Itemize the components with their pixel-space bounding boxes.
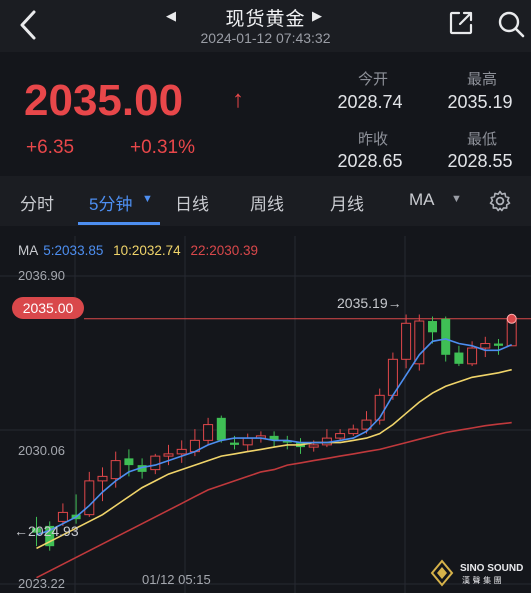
current-price-badge: 2035.00 [12,297,84,319]
search-icon[interactable] [497,10,525,38]
candle-body-up [176,448,187,455]
ma-legend: MA 5:2033.85 10:2032.74 22:2030.39 [18,243,258,258]
open-value: 2028.74 [337,92,403,112]
open-label: 今开 [357,71,388,88]
ma5-value: 5:2033.85 [43,243,104,258]
candle-body-up [203,424,214,441]
ma10-value: 10:2032.74 [113,243,181,258]
candle-body-up [414,320,425,365]
candle-body-down [230,442,239,445]
top-bar: ◀ 现货黄金 ▶ 2024-01-12 07:43:32 [0,0,531,52]
candle-body-down [454,352,464,364]
candle-body-up [97,475,108,482]
tab-timeshare[interactable]: 分时 [20,190,54,215]
low-label: 最低 [466,131,497,148]
ma22-value: 22:2030.39 [190,243,259,258]
candle-body-up [163,453,174,457]
candle-body-up [110,460,121,480]
y-axis-top-label: 2036.90 [18,268,65,283]
candle-body-down [216,417,226,441]
logo-text-cn: 漢 聲 集 團 [462,575,502,585]
instrument-title: 现货黄金 [225,9,306,30]
candle-body-up [150,455,161,471]
ma-legend-label: MA [18,243,38,258]
gear-icon[interactable] [489,190,511,212]
high-value: 2035.19 [447,92,513,112]
y-axis-mid-label: 2030.06 [18,443,65,458]
last-price: 2035.00 [24,76,184,125]
tab-5min[interactable]: 5分钟 [89,190,132,215]
ma10-line [36,368,512,550]
candle-body-up [401,322,412,360]
low-value: 2028.55 [447,151,513,171]
tab-weekly[interactable]: 周线 [250,190,284,215]
tab-ma[interactable]: MA [409,190,435,210]
candle-body-down [494,343,503,346]
candle-body-up [57,511,68,522]
prev-close-value: 2028.65 [337,151,403,171]
next-instrument-icon[interactable]: ▶ [312,8,322,24]
candle-body-up [348,428,359,435]
candle-body-up [242,437,253,446]
candle-body-up [467,347,478,365]
x-axis-time-label: 01/12 05:15 [142,572,211,587]
logo-text-en: SINO SOUND [460,563,523,574]
tab-monthly[interactable]: 月线 [330,190,364,215]
sino-sound-logo: SINO SOUND 漢 聲 集 團 [430,559,523,587]
candle-body-up [480,343,491,349]
tab-5min-dropdown-icon[interactable]: ▼ [142,193,153,205]
active-tab-underline [78,222,160,225]
up-arrow-icon: ↑ [232,86,244,113]
prev-close-label: 昨收 [357,131,388,148]
current-price-marker [506,313,517,324]
candle-body-down [441,318,451,355]
candle-body-down [124,458,134,466]
y-axis-bottom-label: 2023.22 [18,576,65,591]
price-change-percent: +0.31% [130,137,195,158]
period-tabs: 分时 5分钟 ▼ 日线 周线 月线 MA ▼ [0,176,531,226]
tab-ma-dropdown-icon[interactable]: ▼ [451,193,462,205]
low-annotation: ←2024.93 [14,523,79,539]
candle-body-up [335,433,346,439]
candle-body-up [84,480,95,516]
high-label: 最高 [466,71,497,88]
share-icon[interactable] [448,10,474,36]
tab-daily[interactable]: 日线 [175,190,209,215]
candle-body-down [428,321,437,333]
candle-body-up [308,444,319,448]
quote-panel: 2035.00 ↑ +6.35 +0.31% 今开 2028.74 最高 203… [0,52,531,176]
candlestick-chart[interactable] [0,226,531,593]
price-change: +6.35 [26,137,75,158]
high-annotation: 2035.19→ [337,295,402,311]
